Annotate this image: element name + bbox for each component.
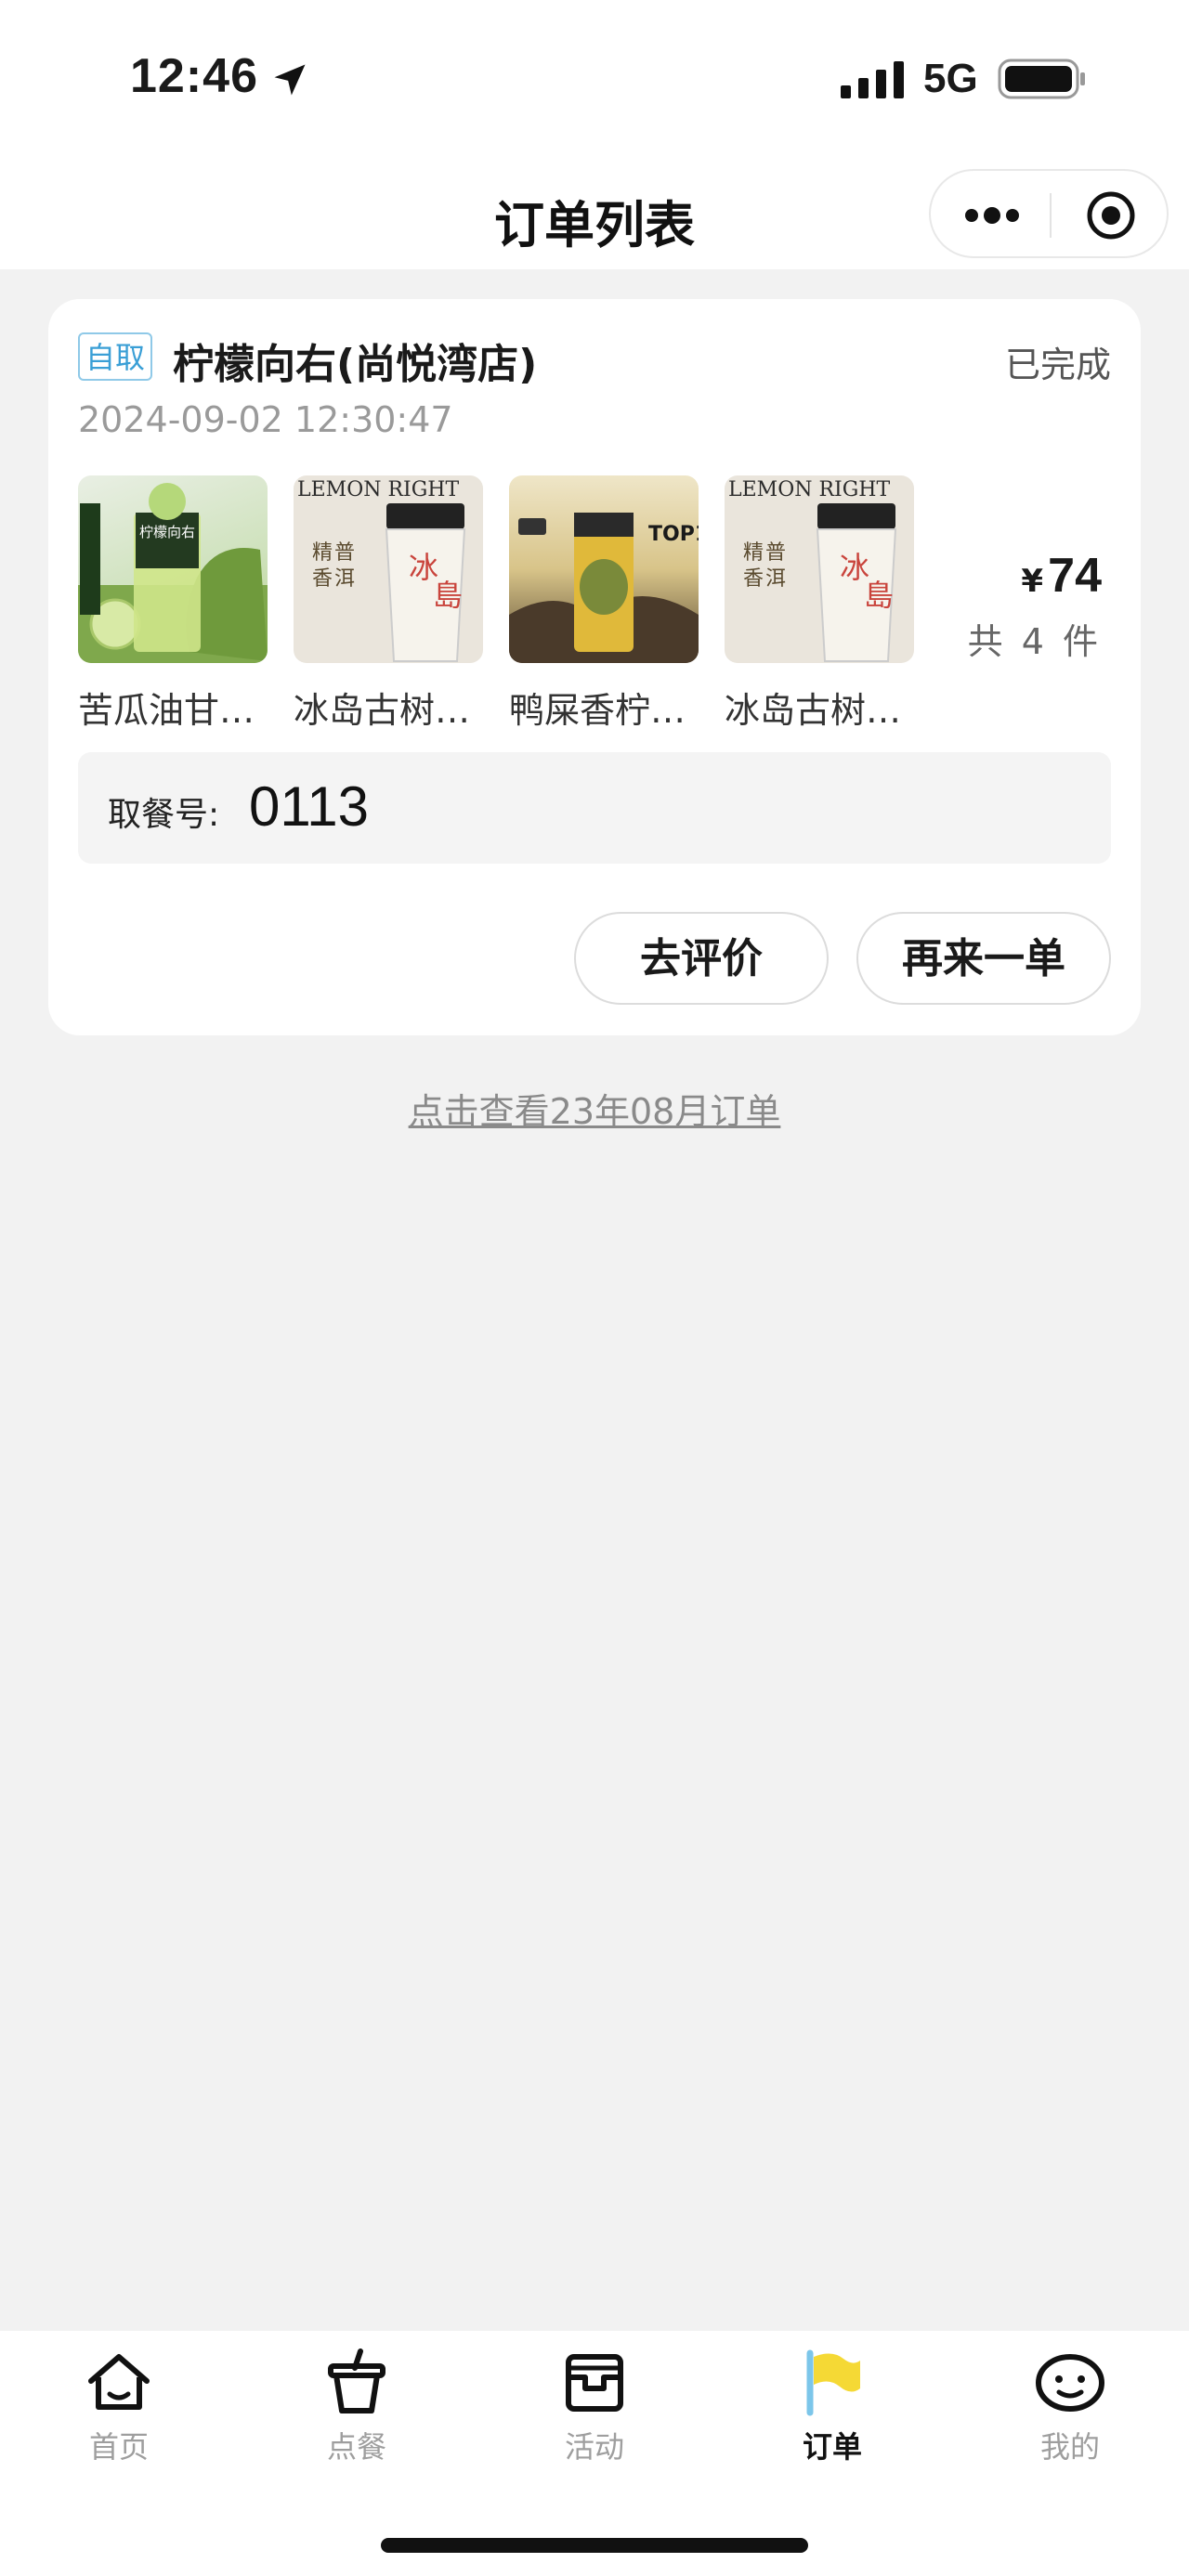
tab-label: 活动 — [564, 2429, 624, 2465]
svg-text:精: 精 — [312, 541, 333, 565]
svg-text:島: 島 — [864, 578, 894, 613]
review-button[interactable]: 去评价 — [574, 912, 829, 1005]
svg-text:TOP1: TOP1 — [648, 523, 699, 546]
svg-text:香: 香 — [743, 567, 764, 591]
product-item[interactable]: LEMON RIGHT 冰 島 精 香 普 洱 冰岛古树… — [725, 475, 914, 733]
close-target-icon[interactable] — [1085, 189, 1137, 241]
miniprogram-capsule — [929, 169, 1169, 258]
product-item[interactable]: TOP1 鸭屎香柠… — [509, 475, 699, 733]
flag-icon — [806, 2349, 860, 2416]
product-name: 冰岛古树… — [725, 690, 902, 731]
network-label: 5G — [923, 56, 978, 101]
svg-text:普: 普 — [334, 541, 355, 565]
svg-text:普: 普 — [765, 541, 786, 565]
price-currency: ¥ — [1021, 563, 1044, 600]
home-indicator[interactable] — [381, 2538, 808, 2553]
product-item[interactable]: LEMON RIGHT 冰 島 精 香 普 洱 冰岛古树… — [294, 475, 483, 733]
tab-order-food[interactable]: 点餐 — [238, 2346, 476, 2466]
tab-label: 首页 — [88, 2429, 149, 2465]
svg-text:島: 島 — [433, 578, 463, 613]
tab-activity[interactable]: 活动 — [476, 2346, 713, 2466]
product-list: 柠檬向右 苦瓜油甘… LEMON RIGHT 冰 島 精 香 普 洱 冰岛古树…… — [78, 475, 1007, 745]
capsule-divider — [1050, 193, 1052, 238]
svg-text:LEMON RIGHT: LEMON RIGHT — [728, 478, 890, 501]
smile-icon — [1036, 2354, 1104, 2412]
pickup-tag: 自取 — [78, 332, 152, 381]
pickup-number-box: 取餐号: 0113 — [78, 752, 1111, 864]
reorder-button[interactable]: 再来一单 — [856, 912, 1111, 1005]
order-time: 2024-09-02 12:30:47 — [78, 399, 453, 440]
cup-icon — [328, 2348, 385, 2413]
svg-text:香: 香 — [312, 567, 333, 591]
home-icon — [88, 2354, 150, 2410]
svg-text:柠檬向右: 柠檬向右 — [139, 524, 195, 540]
order-status: 已完成 — [1004, 345, 1111, 385]
product-image: 柠檬向右 — [78, 475, 268, 663]
nav-bar: 订单列表 — [0, 158, 1189, 269]
svg-text:洱: 洱 — [334, 567, 355, 591]
tab-home[interactable]: 首页 — [0, 2346, 238, 2466]
history-orders-link[interactable]: 点击查看23年08月订单 — [0, 1083, 1189, 1134]
tab-orders[interactable]: 订单 — [713, 2346, 951, 2466]
product-name: 冰岛古树… — [294, 690, 471, 731]
svg-text:精: 精 — [743, 541, 764, 565]
product-name: 苦瓜油甘… — [78, 690, 255, 731]
pickup-label: 取餐号: — [108, 796, 220, 834]
product-image: TOP1 — [509, 475, 699, 663]
svg-text:洱: 洱 — [765, 567, 786, 591]
store-name: 柠檬向右(尚悦湾店) — [173, 341, 538, 388]
order-card[interactable]: 自取 柠檬向右(尚悦湾店) 已完成 2024-09-02 12:30:47 柠檬… — [48, 299, 1141, 1035]
status-time: 12:46 — [130, 49, 258, 103]
more-icon[interactable] — [964, 199, 1020, 232]
tab-label: 我的 — [1039, 2429, 1100, 2465]
battery-icon — [998, 59, 1085, 99]
product-image: LEMON RIGHT 冰 島 精 香 普 洱 — [294, 475, 483, 663]
product-image: LEMON RIGHT 冰 島 精 香 普 洱 — [725, 475, 914, 663]
signal-icon — [841, 61, 904, 98]
location-arrow-icon — [274, 64, 306, 96]
tab-label: 订单 — [802, 2429, 862, 2465]
product-item[interactable]: 柠檬向右 苦瓜油甘… — [78, 475, 268, 733]
item-count: 共 4 件 — [967, 621, 1102, 662]
tab-label: 点餐 — [326, 2429, 386, 2465]
status-bar: 12:46 5G — [0, 0, 1189, 158]
price-value: 74 — [1048, 549, 1102, 603]
ticket-icon — [566, 2354, 623, 2412]
pickup-number: 0113 — [249, 775, 370, 838]
tab-profile[interactable]: 我的 — [951, 2346, 1189, 2466]
product-name: 鸭屎香柠… — [509, 690, 686, 731]
svg-text:LEMON RIGHT: LEMON RIGHT — [297, 478, 459, 501]
order-total: ¥ 74 共 4 件 — [968, 548, 1102, 664]
